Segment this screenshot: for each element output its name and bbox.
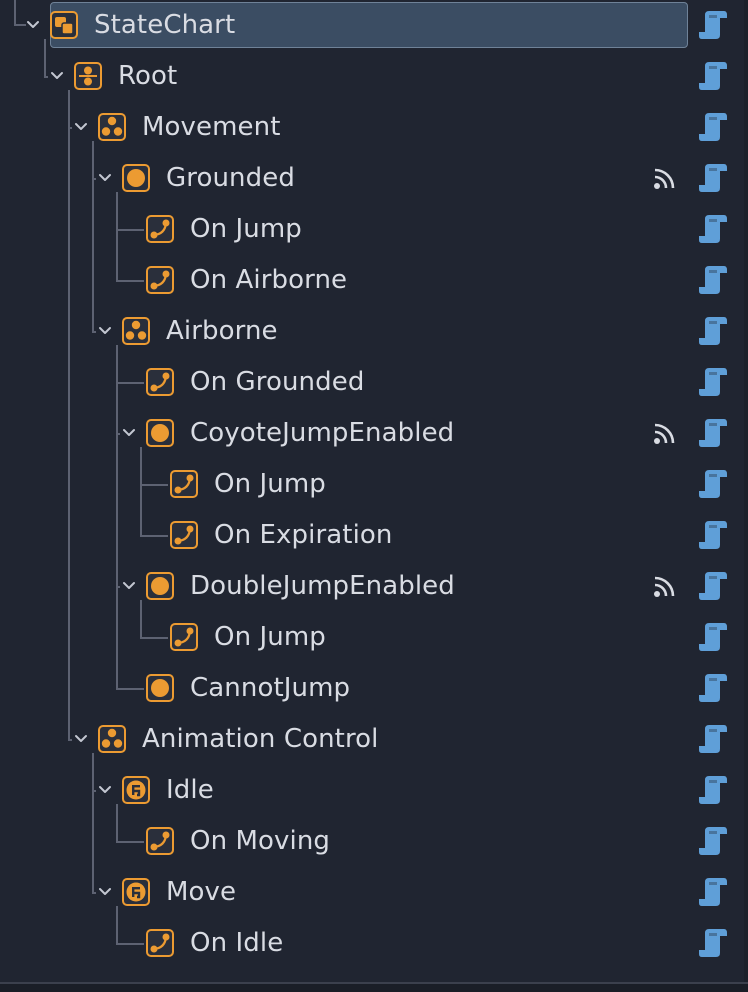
node-label: Move	[166, 877, 237, 907]
script-icon[interactable]	[698, 723, 728, 755]
tree-row[interactable]: On Expiration	[0, 510, 748, 561]
chevron-down-icon[interactable]	[74, 121, 88, 133]
signal-connections-icon[interactable]	[652, 165, 678, 191]
node-label: DoubleJumpEnabled	[190, 571, 455, 601]
script-icon[interactable]	[698, 417, 728, 449]
statechart-icon	[50, 11, 78, 39]
tree-row[interactable]: Idle	[0, 765, 748, 816]
script-icon[interactable]	[698, 315, 728, 347]
script-icon[interactable]	[698, 774, 728, 806]
panel-bottom-border	[0, 982, 748, 992]
tree-row[interactable]: On Grounded	[0, 357, 748, 408]
compound-state-icon	[98, 725, 126, 753]
tree-row[interactable]: Root	[0, 51, 748, 102]
node-label: CoyoteJumpEnabled	[190, 418, 455, 448]
transition-icon	[170, 470, 198, 498]
signal-connections-icon[interactable]	[652, 573, 678, 599]
scrollbar-track[interactable]	[744, 0, 748, 982]
node-label: On Grounded	[190, 367, 365, 397]
transition-icon	[146, 368, 174, 396]
signal-connections-icon[interactable]	[652, 420, 678, 446]
chevron-down-icon[interactable]	[26, 19, 40, 31]
tree-row[interactable]: Grounded	[0, 153, 748, 204]
script-icon[interactable]	[698, 570, 728, 602]
animation-state-icon	[122, 878, 150, 906]
compound-state-icon	[122, 317, 150, 345]
script-icon[interactable]	[698, 264, 728, 296]
atomic-state-icon	[146, 674, 174, 702]
script-icon[interactable]	[698, 366, 728, 398]
node-label: CannotJump	[190, 673, 351, 703]
transition-icon	[170, 521, 198, 549]
script-icon[interactable]	[698, 162, 728, 194]
node-label: On Moving	[190, 826, 331, 856]
node-label: Airborne	[166, 316, 278, 346]
script-icon[interactable]	[698, 9, 728, 41]
chevron-down-icon[interactable]	[122, 427, 136, 439]
transition-icon	[146, 827, 174, 855]
tree-row[interactable]: StateChart	[0, 0, 748, 51]
node-label: Movement	[142, 112, 281, 142]
node-label: StateChart	[94, 10, 236, 40]
chevron-down-icon[interactable]	[98, 784, 112, 796]
node-label: On Idle	[190, 928, 284, 958]
node-label: Root	[118, 61, 178, 91]
script-icon[interactable]	[698, 111, 728, 143]
tree-row[interactable]: Airborne	[0, 306, 748, 357]
chevron-down-icon[interactable]	[98, 172, 112, 184]
tree-row[interactable]: On Idle	[0, 918, 748, 969]
atomic-state-icon	[146, 572, 174, 600]
node-label: On Jump	[214, 622, 326, 652]
script-icon[interactable]	[698, 621, 728, 653]
node-label: Grounded	[166, 163, 295, 193]
chevron-down-icon[interactable]	[122, 580, 136, 592]
tree-row[interactable]: On Airborne	[0, 255, 748, 306]
tree-row[interactable]: CannotJump	[0, 663, 748, 714]
parallel-state-icon	[74, 62, 102, 90]
chevron-down-icon[interactable]	[74, 733, 88, 745]
chevron-down-icon[interactable]	[98, 886, 112, 898]
chevron-down-icon[interactable]	[50, 70, 64, 82]
tree-row[interactable]: Move	[0, 867, 748, 918]
tree-row[interactable]: On Moving	[0, 816, 748, 867]
compound-state-icon	[98, 113, 126, 141]
script-icon[interactable]	[698, 213, 728, 245]
tree-row[interactable]: Movement	[0, 102, 748, 153]
node-label: Idle	[166, 775, 214, 805]
node-label: On Jump	[214, 469, 326, 499]
node-label: On Airborne	[190, 265, 348, 295]
script-icon[interactable]	[698, 825, 728, 857]
tree-row[interactable]: DoubleJumpEnabled	[0, 561, 748, 612]
transition-icon	[146, 215, 174, 243]
script-icon[interactable]	[698, 927, 728, 959]
tree-row[interactable]: Animation Control	[0, 714, 748, 765]
scene-tree: StateChart Root Movement Grounded On Jum…	[0, 0, 748, 982]
chevron-down-icon[interactable]	[98, 325, 112, 337]
atomic-state-icon	[122, 164, 150, 192]
atomic-state-icon	[146, 419, 174, 447]
script-icon[interactable]	[698, 60, 728, 92]
script-icon[interactable]	[698, 672, 728, 704]
tree-row[interactable]: On Jump	[0, 612, 748, 663]
tree-row[interactable]: On Jump	[0, 204, 748, 255]
transition-icon	[146, 266, 174, 294]
script-icon[interactable]	[698, 876, 728, 908]
script-icon[interactable]	[698, 468, 728, 500]
tree-row[interactable]: On Jump	[0, 459, 748, 510]
script-icon[interactable]	[698, 519, 728, 551]
tree-row[interactable]: CoyoteJumpEnabled	[0, 408, 748, 459]
node-label: On Expiration	[214, 520, 393, 550]
animation-state-icon	[122, 776, 150, 804]
transition-icon	[170, 623, 198, 651]
node-label: On Jump	[190, 214, 302, 244]
node-label: Animation Control	[142, 724, 379, 754]
transition-icon	[146, 929, 174, 957]
